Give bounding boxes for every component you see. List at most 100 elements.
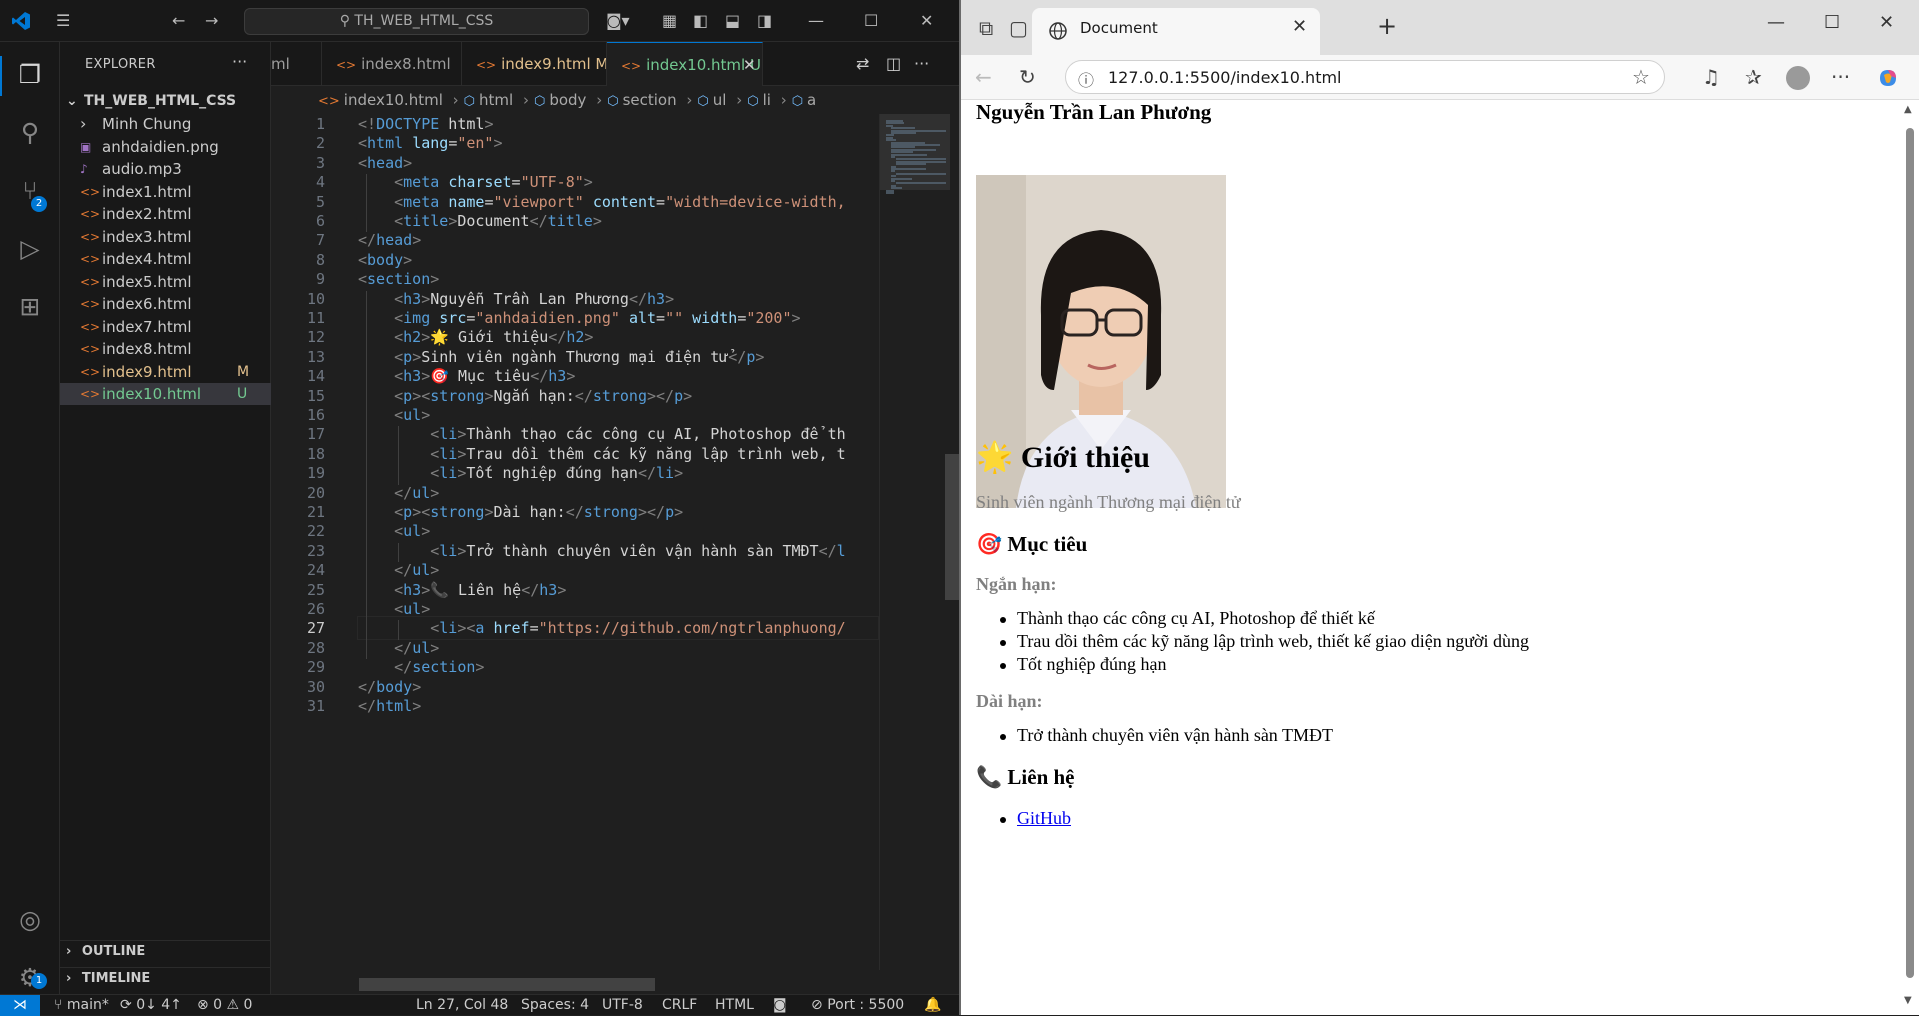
list-item: Trở thành chuyên viên vận hành sàn TMĐT [1000, 725, 1333, 745]
breadcrumb-li[interactable]: li [763, 91, 771, 109]
menu-icon[interactable]: ☰ [56, 11, 70, 31]
split-editor-icon[interactable]: ◫ [886, 54, 901, 73]
tab-close-icon[interactable]: ✕ [1292, 16, 1307, 37]
breadcrumb-section[interactable]: section [623, 91, 677, 109]
toggle-panel-icon[interactable]: ⬓ [725, 11, 740, 31]
file-tree-item[interactable]: <> index10.html U [60, 383, 271, 405]
tab-index10[interactable]: <> index10.html U ✕ [607, 42, 763, 86]
copilot-icon[interactable]: ◙▾ [606, 11, 630, 31]
live-server-port[interactable]: ⊘ Port : 5500 [811, 995, 904, 1015]
editor-tabs: ml <>index8.html <>index9.html M <>index… [271, 42, 959, 86]
indent-guide [398, 426, 399, 485]
file-tree-item[interactable]: <> index2.html [60, 203, 271, 225]
problems-status[interactable]: ⊗ 0 ⚠ 0 [197, 995, 252, 1015]
run-debug-icon[interactable]: ▷ [12, 231, 48, 267]
eol-status[interactable]: CRLF [662, 995, 697, 1015]
list-item: Trau dồi thêm các kỹ năng lập trình web,… [999, 631, 1530, 651]
breadcrumb-body[interactable]: body [549, 91, 586, 109]
scroll-down-icon[interactable]: ▼ [1904, 995, 1912, 1006]
cursor-position[interactable]: Ln 27, Col 48 [416, 995, 508, 1015]
minimize-icon[interactable]: — [1767, 12, 1785, 33]
file-tree-item[interactable]: <> index8.html [60, 338, 271, 360]
encoding-status[interactable]: UTF-8 [602, 995, 643, 1015]
minimize-icon[interactable]: — [808, 11, 824, 31]
file-tree-item[interactable]: <> index9.html M [60, 361, 271, 383]
tab-close-icon[interactable]: ✕ [743, 43, 756, 86]
breadcrumb-ul[interactable]: ul [713, 91, 727, 109]
browser-tab[interactable]: Document ✕ [1032, 8, 1320, 55]
command-center-search[interactable]: ⚲ TH_WEB_HTML_CSS [244, 8, 589, 35]
editor-more-icon[interactable]: ··· [914, 54, 929, 73]
horizontal-scrollbar[interactable] [359, 978, 655, 991]
file-tree-item[interactable]: <> index6.html [60, 293, 271, 315]
scroll-up-icon[interactable]: ▲ [1904, 104, 1912, 115]
file-tree-item[interactable]: <> index7.html [60, 316, 271, 338]
extensions-icon[interactable]: ⊞ [12, 289, 48, 325]
indentation-status[interactable]: Spaces: 4 [521, 995, 589, 1015]
notifications-icon[interactable]: 🔔 [924, 995, 941, 1015]
profile-avatar[interactable] [1786, 66, 1810, 90]
breadcrumb-html[interactable]: html [479, 91, 513, 109]
active-indicator [0, 56, 2, 96]
site-info-icon[interactable]: ⓘ [1078, 67, 1094, 91]
close-icon[interactable]: ✕ [920, 11, 933, 31]
read-aloud-icon[interactable]: ♫ [1702, 65, 1720, 89]
tab-index8[interactable]: <> index8.html [322, 42, 462, 86]
breadcrumb-file[interactable]: index10.html [344, 91, 443, 109]
workspace-folder[interactable]: ⌄ TH_WEB_HTML_CSS [60, 90, 271, 112]
branch-status[interactable]: ⑂ main* [54, 995, 109, 1015]
tab-actions-icon[interactable]: ▢ [1009, 16, 1028, 40]
tab-index9[interactable]: <>index9.html M [462, 42, 607, 86]
file-tree-item[interactable]: <> index5.html [60, 271, 271, 293]
minimap-line [895, 182, 947, 185]
tab-overflow[interactable]: ml [271, 42, 322, 86]
html-file-icon: <> [476, 58, 497, 72]
new-tab-icon[interactable]: + [1377, 12, 1397, 40]
toggle-sidebar-icon[interactable]: ◧ [693, 11, 708, 31]
favorite-star-icon[interactable]: ☆ [1632, 65, 1650, 89]
page-scrollbar[interactable]: ▲ ▼ [1901, 100, 1919, 1015]
target-icon: 🎯 [976, 532, 1003, 556]
sync-status[interactable]: ⟳ 0↓ 4↑ [120, 995, 182, 1015]
github-link[interactable]: GitHub [1017, 808, 1071, 828]
copilot-icon[interactable] [1876, 66, 1900, 90]
html-file-icon: <> [80, 252, 101, 266]
file-tree-item[interactable]: <> index1.html [60, 181, 271, 203]
search-icon[interactable]: ⚲ [12, 115, 48, 151]
code-line[interactable]: </html> [358, 694, 421, 718]
accounts-icon[interactable]: ◎ [12, 902, 48, 938]
file-tree-item[interactable]: ♪ audio.mp3 [60, 158, 271, 180]
back-icon[interactable]: ← [975, 65, 992, 89]
timeline-section[interactable]: › TIMELINE [60, 967, 271, 989]
address-bar[interactable]: ⓘ 127.0.0.1:5500/index10.html ☆ [1065, 60, 1665, 94]
page-scrollbar-thumb[interactable] [1906, 128, 1914, 978]
toggle-secondary-sidebar-icon[interactable]: ◨ [757, 11, 772, 31]
favorites-icon[interactable]: ✰ [1745, 65, 1762, 89]
customize-layout-icon[interactable]: ▦ [662, 11, 677, 31]
refresh-icon[interactable]: ↻ [1019, 65, 1036, 89]
code-editor[interactable]: 1 <!DOCTYPE html> 2 <html lang="en"> 3 <head>… [271, 114, 879, 970]
file-tree-item[interactable]: <> index4.html [60, 248, 271, 270]
settings-more-icon[interactable]: ··· [1831, 65, 1850, 89]
close-icon[interactable]: ✕ [1879, 12, 1894, 33]
breadcrumb-a[interactable]: a [807, 91, 816, 109]
copilot-status-icon[interactable]: ◙ [773, 995, 787, 1015]
open-changes-icon[interactable]: ⇄ [856, 54, 869, 73]
maximize-icon[interactable]: ☐ [1824, 12, 1840, 33]
file-tree-item[interactable]: ▣ anhdaidien.png [60, 136, 271, 158]
workspaces-icon[interactable]: ⧉ [979, 16, 993, 40]
language-mode[interactable]: HTML [715, 995, 754, 1015]
remote-indicator-icon[interactable]: ⋊ [0, 995, 40, 1016]
back-icon[interactable]: ← [172, 11, 185, 31]
vertical-scrollbar[interactable] [945, 454, 959, 600]
more-actions-icon[interactable]: ··· [232, 52, 247, 71]
outline-section[interactable]: › OUTLINE [60, 940, 271, 962]
file-tree-item[interactable]: › Minh Chung [60, 113, 271, 135]
explorer-icon[interactable]: ❐ [12, 57, 48, 93]
image-file-icon: ▣ [80, 139, 92, 154]
minimap-line [890, 153, 928, 156]
forward-icon[interactable]: → [205, 11, 218, 31]
file-tree-item[interactable]: <> index3.html [60, 226, 271, 248]
maximize-icon[interactable]: ☐ [864, 11, 878, 31]
source-control-badge: 2 [31, 196, 47, 212]
